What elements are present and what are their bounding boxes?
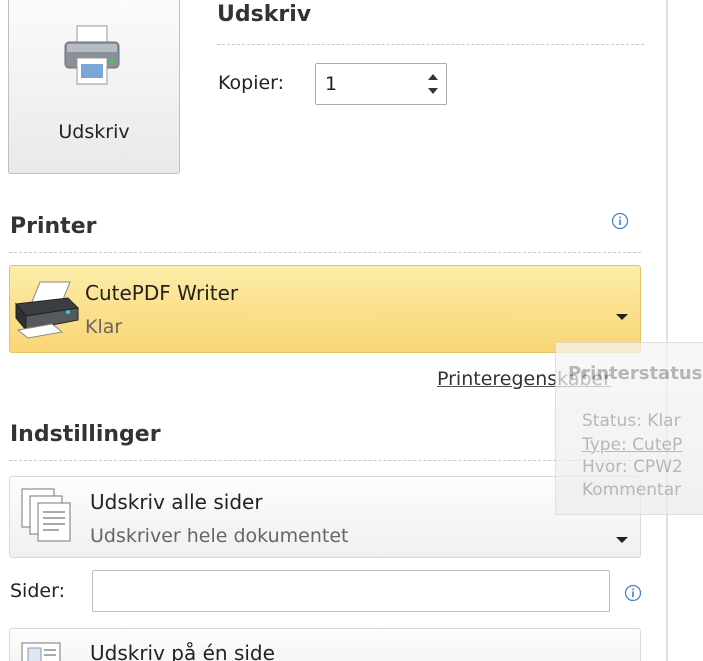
info-icon[interactable] (611, 212, 629, 234)
copies-value: 1 (325, 73, 338, 95)
printer-device-icon (12, 278, 82, 346)
tooltip-title: Printerstatus (568, 363, 703, 384)
tooltip-comment: Kommentar (582, 480, 682, 500)
tooltip-status: Status: Klar (582, 411, 681, 431)
pages-per-sheet-name: Udskriv på én side (90, 641, 275, 661)
print-range-desc: Udskriver hele dokumentet (90, 525, 349, 547)
print-button-label: Udskriv (58, 121, 130, 143)
tooltip-where: Hvor: CPW2 (582, 457, 683, 477)
divider (217, 44, 644, 45)
vertical-divider (666, 0, 668, 661)
print-range-dropdown[interactable]: Udskriv alle sider Udskriver hele dokume… (9, 476, 641, 558)
print-range-name: Udskriv alle sider (90, 490, 263, 514)
print-heading: Udskriv (217, 2, 312, 27)
chevron-down-icon (615, 306, 629, 325)
chevron-up-icon (428, 74, 438, 80)
printer-dropdown[interactable]: CutePDF Writer Klar (9, 265, 641, 353)
copies-label: Kopier: (218, 72, 285, 94)
pages-icon (20, 487, 76, 549)
copies-stepper[interactable]: 1 (315, 63, 447, 105)
chevron-down-icon (428, 88, 438, 94)
print-button[interactable]: Udskriv (8, 0, 180, 174)
pages-per-sheet-dropdown[interactable]: Udskriv på én side (9, 628, 641, 661)
info-icon[interactable] (624, 584, 642, 606)
printer-heading: Printer (10, 214, 97, 239)
printer-icon (61, 24, 129, 94)
spin-buttons[interactable] (426, 69, 440, 99)
pages-label: Sider: (10, 580, 65, 602)
divider (9, 460, 641, 461)
printer-name: CutePDF Writer (85, 281, 239, 305)
printer-status-tooltip: Printerstatus Status: Klar Type: CuteP H… (555, 342, 703, 515)
pages-input[interactable] (92, 570, 610, 612)
chevron-down-icon (615, 529, 629, 548)
settings-heading: Indstillinger (10, 422, 161, 447)
divider (9, 252, 641, 253)
one-page-icon (20, 641, 64, 661)
tooltip-type: Type: CuteP (582, 435, 683, 455)
printer-status: Klar (85, 316, 123, 338)
